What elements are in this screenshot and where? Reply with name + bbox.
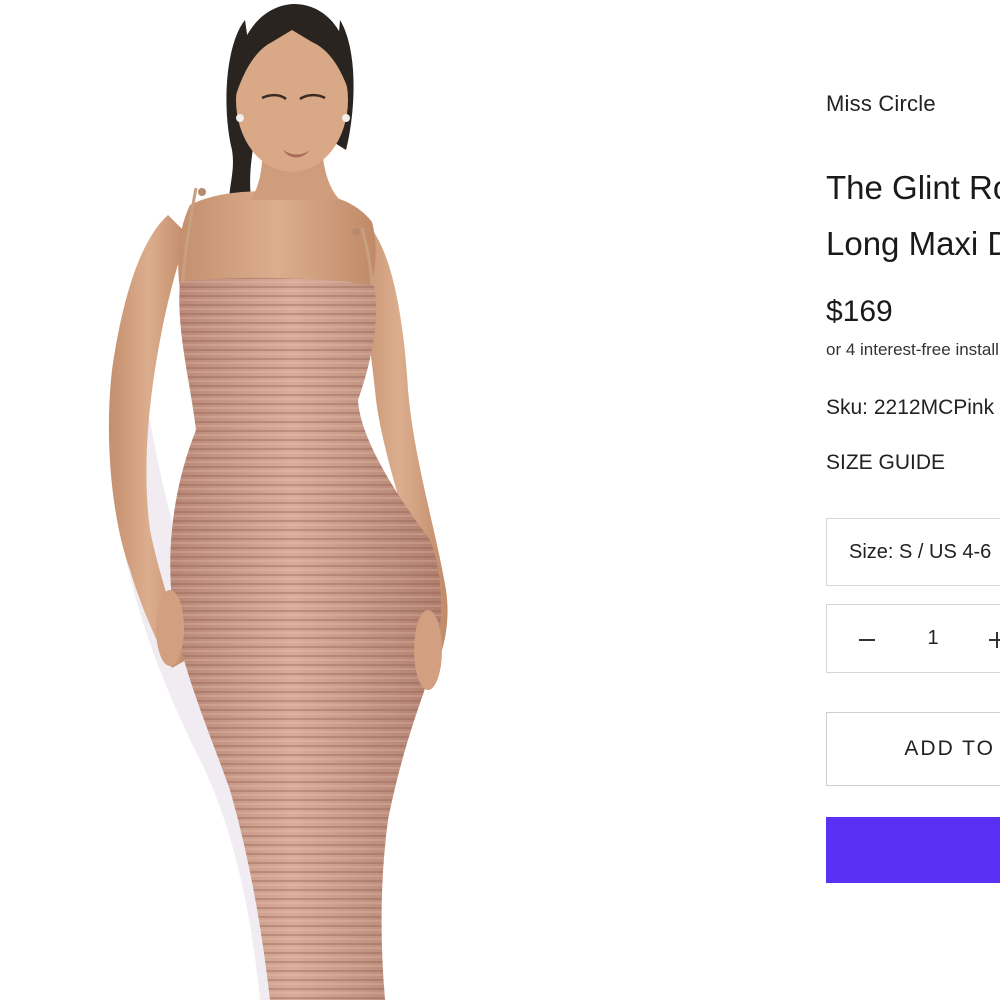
product-title-line-2: Long Maxi Dress [826, 225, 1000, 262]
product-info-panel: Miss Circle The Glint Rose Gold Ruched L… [826, 0, 1000, 1000]
quantity-decrease-button[interactable] [855, 627, 879, 651]
add-to-cart-button[interactable]: ADD TO CART [826, 712, 1000, 786]
size-guide-link[interactable]: SIZE GUIDE [826, 451, 945, 475]
installments-text: or 4 interest-free installments [826, 340, 1000, 359]
product-price: $169 [826, 295, 893, 328]
quantity-value[interactable]: 1 [923, 627, 943, 650]
product-title-line-1: The Glint Rose Gold Ruched [826, 169, 1000, 206]
buy-now-button[interactable] [826, 817, 1000, 883]
product-title: The Glint Rose Gold Ruched Long Maxi Dre… [826, 160, 1000, 272]
model-photo-illustration [108, 4, 448, 1000]
vendor-name[interactable]: Miss Circle [826, 91, 936, 117]
quantity-stepper: 1 [826, 604, 1000, 673]
add-to-cart-label: ADD TO CART [904, 737, 1000, 760]
size-selector[interactable]: Size: S / US 4-6 [826, 518, 1000, 586]
product-page: Miss Circle The Glint Rose Gold Ruched L… [0, 0, 1000, 1000]
product-photo [0, 0, 600, 1000]
quantity-increase-button[interactable] [985, 627, 1000, 651]
size-selector-value: Size: S / US 4-6 [849, 541, 992, 563]
product-sku: Sku: 2212MCPink [826, 396, 995, 419]
